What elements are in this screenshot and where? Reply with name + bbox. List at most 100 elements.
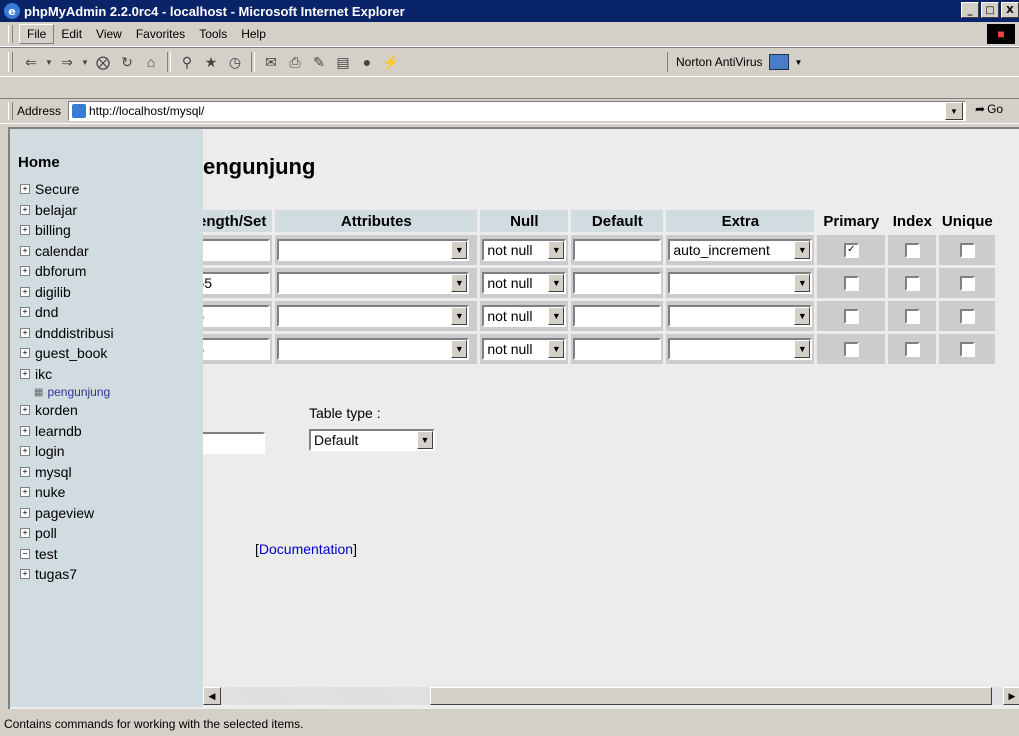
scroll-thumb[interactable] [430,687,992,705]
index-checkbox[interactable] [904,341,920,357]
chevron-down-icon[interactable]: ▼ [794,274,811,292]
chevron-down-icon[interactable]: ▼ [794,241,811,259]
db-item[interactable]: + ikc [20,364,114,385]
norton-dropdown-icon[interactable]: ▼ [795,58,803,67]
table-type-select[interactable]: Default ▼ [309,429,435,451]
minimize-button[interactable]: _ [961,2,979,18]
chevron-down-icon[interactable]: ▼ [451,274,468,292]
expand-icon[interactable]: + [20,286,30,297]
null-select[interactable]: not null ▼ [482,305,567,327]
primary-checkbox[interactable] [843,275,859,291]
unique-checkbox[interactable] [959,308,975,324]
chevron-down-icon[interactable]: ▼ [794,307,811,325]
menu-tools[interactable]: Tools [192,25,234,43]
chevron-down-icon[interactable]: ▼ [451,307,468,325]
norton-icon[interactable] [768,54,789,70]
length-input[interactable]: 5 [203,305,270,327]
db-item[interactable]: + learndb [20,421,114,442]
search-icon[interactable]: ⚲ [177,52,197,72]
db-item[interactable]: + billing [20,220,114,241]
home-link[interactable]: Home [18,154,60,171]
scroll-left-icon[interactable]: ◀ [203,687,221,705]
expand-icon[interactable]: + [20,348,30,359]
primary-checkbox[interactable] [843,308,859,324]
maximize-button[interactable]: □ [981,2,999,18]
expand-icon[interactable]: + [20,327,30,338]
unique-checkbox[interactable] [959,242,975,258]
extra-select[interactable]: auto_increment ▼ [668,239,813,261]
db-item[interactable]: + digilib [20,282,114,303]
db-item[interactable]: + login [20,441,114,462]
attributes-select[interactable]: ▼ [277,272,470,294]
null-select[interactable]: not null ▼ [482,239,567,261]
primary-checkbox[interactable]: ✓ [843,242,859,258]
expand-icon[interactable]: + [20,204,30,215]
attributes-select[interactable]: ▼ [277,338,470,360]
index-checkbox[interactable] [904,275,920,291]
length-input[interactable] [203,239,270,261]
db-item[interactable]: + poll [20,523,114,544]
length-input[interactable]: 5 [203,338,270,360]
chevron-down-icon[interactable]: ▼ [548,274,565,292]
chevron-down-icon[interactable]: ▼ [451,340,468,358]
expand-icon[interactable]: + [20,466,30,477]
db-item[interactable]: + dnddistribusi [20,323,114,344]
history-icon[interactable]: ◷ [225,52,245,72]
db-item[interactable]: − test [20,544,114,565]
default-input[interactable] [573,239,662,261]
back-dropdown-icon[interactable]: ▼ [45,52,53,72]
default-input[interactable] [573,272,662,294]
db-item[interactable]: + nuke [20,482,114,503]
expand-icon[interactable]: + [20,507,30,518]
extra-select[interactable]: ▼ [668,338,813,360]
close-button[interactable]: X [1001,2,1019,18]
expand-icon[interactable]: + [20,425,30,436]
default-input[interactable] [573,305,662,327]
index-checkbox[interactable] [904,242,920,258]
menu-favorites[interactable]: Favorites [129,25,192,43]
expand-icon[interactable]: + [20,225,30,236]
db-item[interactable]: + pageview [20,503,114,524]
menu-edit[interactable]: Edit [54,25,89,43]
scroll-right-icon[interactable]: ▶ [1003,687,1019,705]
back-icon[interactable]: ⇐ [21,52,41,72]
favorites-icon[interactable]: ★ [201,52,221,72]
db-item[interactable]: + dnd [20,302,114,323]
default-input[interactable] [573,338,662,360]
chevron-down-icon[interactable]: ▼ [451,241,468,259]
messenger-icon[interactable]: ● [357,52,377,72]
chevron-down-icon[interactable]: ▼ [548,307,565,325]
menu-file[interactable]: File [19,24,55,44]
unique-checkbox[interactable] [959,275,975,291]
null-select[interactable]: not null ▼ [482,338,567,360]
db-item[interactable]: + korden [20,400,114,421]
attributes-select[interactable]: ▼ [277,305,470,327]
refresh-icon[interactable]: ↻ [117,52,137,72]
mail-icon[interactable]: ✉ [261,52,281,72]
home-icon[interactable]: ⌂ [141,52,161,72]
table-comment-input[interactable] [203,432,265,454]
db-item[interactable]: + Secure [20,179,114,200]
expand-icon[interactable]: + [20,245,30,256]
db-item[interactable]: + guest_book [20,343,114,364]
primary-checkbox[interactable] [843,341,859,357]
db-item[interactable]: + mysql [20,462,114,483]
db-item[interactable]: + belajar [20,200,114,221]
db-item[interactable]: + tugas7 [20,564,114,585]
address-dropdown-icon[interactable]: ▼ [945,102,963,120]
null-select[interactable]: not null ▼ [482,272,567,294]
extra-select[interactable]: ▼ [668,272,813,294]
horizontal-scrollbar[interactable]: ◀ ▶ [203,687,1019,705]
edit-icon[interactable]: ✎ [309,52,329,72]
chevron-down-icon[interactable]: ▼ [794,340,811,358]
chevron-down-icon[interactable]: ▼ [417,431,433,449]
forward-dropdown-icon[interactable]: ▼ [81,52,89,72]
expand-icon[interactable]: + [20,307,30,318]
length-input[interactable]: 55 [203,272,270,294]
menu-view[interactable]: View [89,25,129,43]
expand-icon[interactable]: + [20,528,30,539]
go-button[interactable]: ➦ Go [975,102,1003,116]
attributes-select[interactable]: ▼ [277,239,470,261]
expand-icon[interactable]: + [20,405,30,416]
expand-icon[interactable]: + [20,368,30,379]
